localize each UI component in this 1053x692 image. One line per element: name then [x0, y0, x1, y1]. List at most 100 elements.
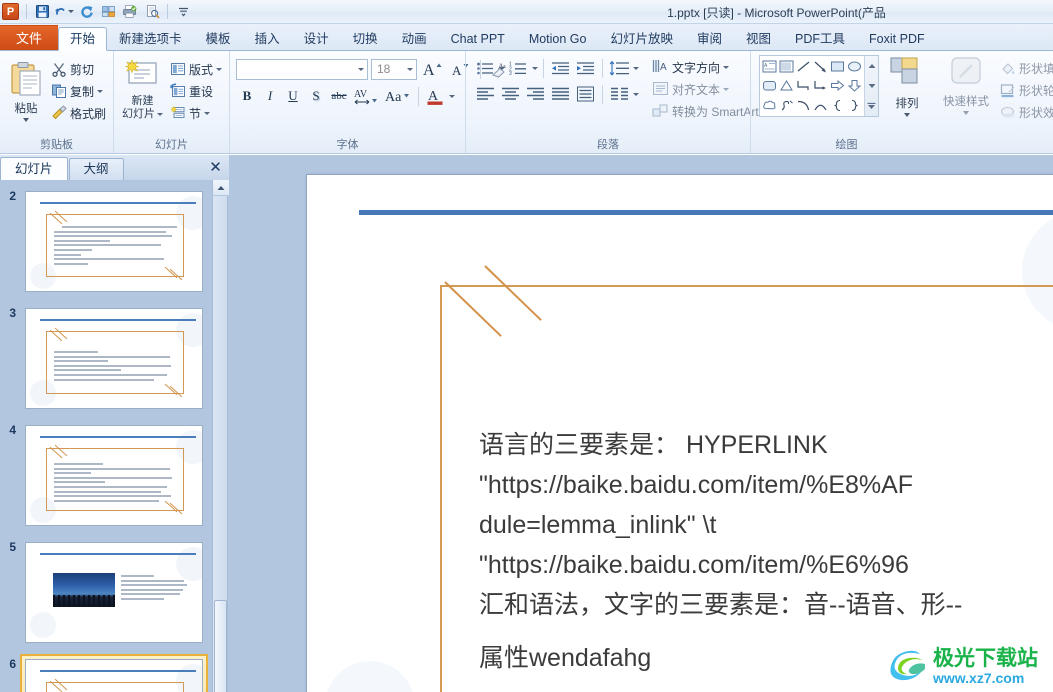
shape-textbox[interactable]: A: [761, 57, 778, 76]
tab-new-tab[interactable]: 新建选项卡: [107, 27, 194, 51]
distribute-text-button[interactable]: [574, 83, 597, 105]
bold-button[interactable]: B: [236, 85, 258, 107]
shape-rounded-rectangle[interactable]: [761, 76, 778, 95]
columns-button[interactable]: [608, 83, 631, 105]
tab-pdf-tools[interactable]: PDF工具: [783, 27, 857, 51]
shape-elbow-connector[interactable]: [795, 76, 812, 95]
slide-thumbnail[interactable]: [25, 542, 203, 643]
shape-curve-down[interactable]: [795, 96, 812, 115]
shape-elbow-arrow-connector[interactable]: [812, 76, 829, 95]
font-size-input[interactable]: 18: [371, 58, 417, 80]
slide-thumbnail[interactable]: [25, 425, 203, 526]
italic-button[interactable]: I: [259, 85, 281, 107]
bullets-caret-icon[interactable]: [499, 66, 505, 70]
tab-home[interactable]: 开始: [58, 27, 108, 51]
tab-view[interactable]: 视图: [734, 27, 783, 51]
align-text-caret-icon[interactable]: [723, 87, 730, 91]
shapes-scroll-down-icon[interactable]: [865, 76, 878, 96]
increase-indent-button[interactable]: [574, 57, 597, 79]
format-painter-button[interactable]: 格式刷: [48, 102, 109, 124]
reset-button[interactable]: 重设: [167, 80, 225, 102]
strikethrough-button[interactable]: abc: [328, 85, 350, 107]
shapes-gallery-scrollbar[interactable]: [864, 56, 878, 116]
text-shadow-button[interactable]: S: [305, 85, 327, 107]
numbering-button[interactable]: 1 2 3: [507, 57, 530, 79]
slides-thumbnail-pane[interactable]: 2 3 4 5 6: [0, 180, 212, 692]
current-slide-canvas[interactable]: 语言的三要素是： HYPERLINK "https://baike.baidu.…: [306, 174, 1053, 692]
font-color-button[interactable]: A: [423, 85, 448, 107]
thumbnail-frame[interactable]: [20, 186, 208, 297]
section-button[interactable]: 节: [167, 102, 225, 124]
thumbnail-frame[interactable]: [20, 537, 208, 648]
slides-pane-scrollbar[interactable]: [212, 180, 229, 692]
tab-foxit-pdf[interactable]: Foxit PDF: [857, 27, 937, 51]
shape-ellipse[interactable]: [846, 57, 863, 76]
grow-font-button[interactable]: A: [420, 58, 446, 80]
copy-caret-icon[interactable]: [97, 89, 103, 93]
shape-triangle[interactable]: [778, 76, 795, 95]
shape-cloud[interactable]: [761, 96, 778, 115]
font-name-caret-icon[interactable]: [358, 67, 364, 71]
shape-scribble[interactable]: [778, 96, 795, 115]
thumbnail-frame-selected[interactable]: [20, 654, 208, 692]
tab-insert[interactable]: 插入: [243, 27, 292, 51]
shape-effects-button[interactable]: 形状效: [997, 101, 1053, 123]
tab-slideshow[interactable]: 幻灯片放映: [598, 27, 685, 51]
shapes-more-icon[interactable]: [865, 96, 878, 116]
shape-arc[interactable]: [812, 96, 829, 115]
new-slide-caret-icon[interactable]: [156, 113, 163, 116]
new-slide-button[interactable]: 新建 幻灯片: [118, 55, 167, 121]
align-text-button[interactable]: 对齐文本: [649, 78, 762, 100]
paste-button[interactable]: 粘贴: [4, 55, 48, 122]
tab-design[interactable]: 设计: [292, 27, 341, 51]
font-size-caret-icon[interactable]: [407, 67, 413, 71]
font-name-input[interactable]: [236, 58, 368, 80]
align-left-button[interactable]: [474, 83, 497, 105]
slide-thumbnail[interactable]: [25, 659, 203, 692]
tab-animations[interactable]: 动画: [390, 27, 439, 51]
bullets-button[interactable]: [474, 57, 497, 79]
font-color-caret-icon[interactable]: [449, 94, 455, 98]
align-right-button[interactable]: [524, 83, 547, 105]
align-center-button[interactable]: [499, 83, 522, 105]
shape-line[interactable]: [795, 57, 812, 76]
change-case-button[interactable]: Aa: [382, 85, 414, 107]
shape-down-arrow[interactable]: [846, 76, 863, 95]
scrollbar-thumb[interactable]: [214, 600, 227, 692]
scroll-up-icon[interactable]: [213, 180, 229, 196]
thumbnail-item[interactable]: 6: [0, 648, 212, 692]
section-caret-icon[interactable]: [204, 111, 210, 115]
decrease-indent-button[interactable]: [549, 57, 572, 79]
line-spacing-button[interactable]: [608, 57, 631, 79]
quick-styles-button[interactable]: 快速样式: [935, 55, 997, 115]
shape-outline-button[interactable]: 形状轮: [997, 79, 1053, 101]
underline-button[interactable]: U: [282, 85, 304, 107]
slide-thumbnail[interactable]: [25, 191, 203, 292]
thumbnail-frame[interactable]: [20, 303, 208, 414]
tab-motion-go[interactable]: Motion Go: [517, 27, 599, 51]
numbering-caret-icon[interactable]: [532, 66, 538, 70]
panel-tab-slides[interactable]: 幻灯片: [0, 157, 68, 180]
shape-fill-button[interactable]: 形状填: [997, 57, 1053, 79]
layout-caret-icon[interactable]: [216, 67, 222, 71]
shape-right-brace[interactable]: [846, 96, 863, 115]
thumbnail-frame[interactable]: [20, 420, 208, 531]
shapes-scroll-up-icon[interactable]: [865, 56, 878, 76]
tab-transitions[interactable]: 切换: [341, 27, 390, 51]
shape-rectangle[interactable]: [829, 57, 846, 76]
tab-review[interactable]: 审阅: [685, 27, 734, 51]
character-spacing-button[interactable]: AV: [351, 85, 381, 107]
shape-right-arrow[interactable]: [829, 76, 846, 95]
thumbnail-item[interactable]: 5: [0, 531, 212, 648]
quick-styles-caret-icon[interactable]: [963, 111, 969, 115]
tab-template[interactable]: 模板: [194, 27, 243, 51]
tab-file[interactable]: 文件: [0, 25, 59, 50]
shape-vertical-textbox[interactable]: [778, 57, 795, 76]
thumbnail-item[interactable]: 2: [0, 180, 212, 297]
slide-thumbnail[interactable]: [25, 308, 203, 409]
tab-chat-ppt[interactable]: Chat PPT: [439, 27, 517, 51]
arrange-caret-icon[interactable]: [904, 113, 910, 117]
thumbnail-item[interactable]: 4: [0, 414, 212, 531]
justify-button[interactable]: [549, 83, 572, 105]
shapes-gallery[interactable]: A: [759, 55, 879, 117]
